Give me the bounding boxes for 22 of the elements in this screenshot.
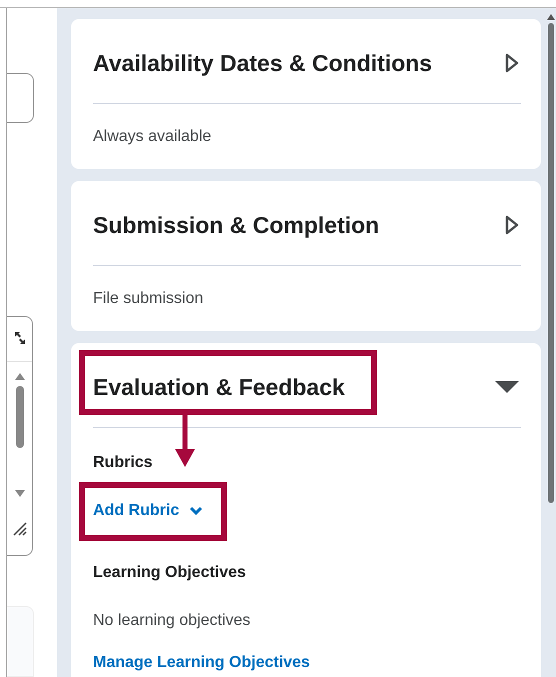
scrollbar-thumb[interactable] xyxy=(16,386,24,448)
add-rubric-dropdown[interactable]: Add Rubric xyxy=(93,502,204,520)
section-title[interactable]: Availability Dates & Conditions xyxy=(93,47,432,79)
scroll-up-icon[interactable] xyxy=(14,372,26,380)
group-label: Rubrics xyxy=(93,454,154,472)
group-label: Learning Objectives xyxy=(93,564,247,582)
chevron-down-icon[interactable] xyxy=(189,506,204,516)
scrollbar-thumb[interactable] xyxy=(548,23,554,503)
resize-handle-icon[interactable] xyxy=(12,522,26,536)
text-field[interactable] xyxy=(7,73,34,123)
section-summary: Always available xyxy=(93,128,212,146)
scroll-up-icon[interactable] xyxy=(546,14,554,20)
manage-link[interactable]: Manage Learning Objectives xyxy=(93,654,310,672)
expand-icon[interactable] xyxy=(505,53,519,73)
section-title[interactable]: Submission & Completion xyxy=(93,209,380,241)
empty-message: No learning objectives xyxy=(93,612,250,629)
scroll-down-icon[interactable] xyxy=(14,490,26,498)
expand-icon[interactable] xyxy=(505,215,519,235)
section-title[interactable]: Evaluation & Feedback xyxy=(93,371,345,403)
section-summary: File submission xyxy=(93,290,204,308)
expand-icon[interactable] xyxy=(14,331,26,345)
collapse-icon[interactable] xyxy=(495,380,519,394)
